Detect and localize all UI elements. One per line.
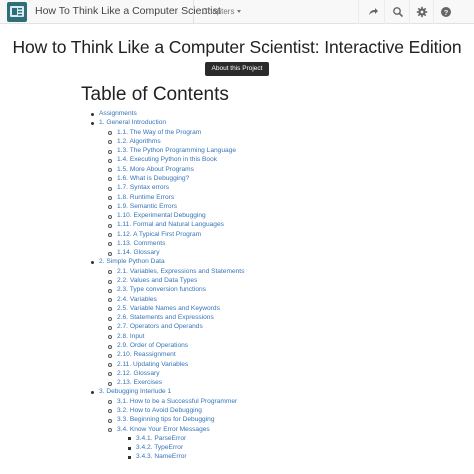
toc-link[interactable]: 2.2. Values and Data Types: [117, 277, 197, 285]
toc-link[interactable]: 1.2. Algorithms: [117, 138, 161, 146]
toc-link[interactable]: 2.3. Type conversion functions: [117, 286, 206, 294]
toc-bullet: [91, 121, 94, 125]
logo-icon[interactable]: [7, 2, 27, 22]
toc-link[interactable]: 2. Simple Python Data: [99, 258, 165, 266]
toc-link[interactable]: 2.4. Variables: [117, 296, 157, 304]
toc-bullet: [108, 158, 112, 163]
toc-bullet: [91, 260, 94, 264]
toc-bullet: [108, 307, 112, 312]
toc-bullet: [108, 288, 112, 293]
toc-bullet: [108, 251, 112, 256]
toc-bullet: [108, 242, 112, 247]
toc-bullet: [108, 186, 112, 191]
toc-link[interactable]: 3.1. How to be a Successful Programmer: [117, 398, 237, 406]
toc-bullet: [108, 270, 112, 275]
toc-bullet: [108, 205, 112, 210]
search-icon[interactable]: [392, 6, 404, 18]
toc-link[interactable]: 2.9. Order of Operations: [117, 342, 188, 350]
toc-link[interactable]: 1.1. The Way of the Program: [117, 129, 201, 137]
toc-link[interactable]: 2.13. Exercises: [117, 379, 162, 387]
toc-heading: Table of Contents: [81, 84, 229, 105]
toc-link[interactable]: 1.14. Glossary: [117, 249, 160, 257]
toc-link[interactable]: 1.9. Semantic Errors: [117, 203, 177, 211]
toc-bullet: [108, 131, 112, 136]
toc-bullet: [108, 325, 112, 330]
toc-bullet: [108, 149, 112, 154]
toc-link[interactable]: 3.2. How to Avoid Debugging: [117, 407, 202, 415]
toc-link[interactable]: 2.10. Reassignment: [117, 351, 176, 359]
toc-link[interactable]: 3.4. Know Your Error Messages: [117, 426, 210, 434]
navbar-divider: [433, 0, 434, 24]
toc-link[interactable]: 3.4.1. ParseError: [136, 435, 186, 443]
toc-bullet: [91, 390, 94, 394]
toc-link[interactable]: 1.6. What is Debugging?: [117, 175, 189, 183]
toc-bullet: [108, 400, 112, 405]
toc-link[interactable]: 2.1. Variables, Expressions and Statemen…: [117, 268, 244, 276]
toc-link[interactable]: Assignments: [99, 110, 137, 118]
gear-icon[interactable]: [416, 6, 428, 18]
toc-link[interactable]: 3. Debugging Interlude 1: [99, 388, 171, 396]
toc-link[interactable]: 1.8. Runtime Errors: [117, 194, 174, 202]
page-title: How to Think Like a Computer Scientist: …: [12, 37, 462, 57]
toc-bullet: [108, 196, 112, 201]
toc-bullet: [108, 223, 112, 228]
navbar-divider: [384, 0, 385, 24]
toc-bullet: [108, 372, 112, 377]
toc-bullet: [108, 381, 112, 386]
toc-bullet: [108, 335, 112, 340]
toc-bullet: [108, 140, 112, 145]
toc-link[interactable]: 1.12. A Typical First Program: [117, 231, 201, 239]
toc-link[interactable]: 2.8. Input: [117, 333, 145, 341]
toc-bullet: [91, 112, 94, 116]
toc-link[interactable]: 1.5. More About Programs: [117, 166, 194, 174]
toc-link[interactable]: 2.6. Statements and Expressions: [117, 314, 214, 322]
toc-link[interactable]: 3.4.3. NameError: [136, 453, 187, 461]
svg-text:?: ?: [444, 8, 449, 17]
navbar-divider: [193, 0, 194, 24]
toc-link[interactable]: 1.4. Executing Python in this Book: [117, 156, 217, 164]
toc-bullet: [108, 409, 112, 414]
toc-link[interactable]: 1.13. Comments: [117, 240, 165, 248]
toc-bullet: [108, 177, 112, 182]
toc-link[interactable]: 1.7. Syntax errors: [117, 184, 169, 192]
toc-bullet: [108, 214, 112, 219]
navbar-divider: [409, 0, 410, 24]
toc-bullet: [108, 168, 112, 173]
navbar: How To Think Like a Computer Scientist C…: [0, 0, 474, 24]
toc-bullet: [108, 298, 112, 303]
toc-link[interactable]: 1.10. Experimental Debugging: [117, 212, 206, 220]
toc-bullet: [108, 363, 112, 368]
toc-bullet: [108, 353, 112, 358]
toc-bullet: [128, 437, 131, 441]
toc-link[interactable]: 3.3. Beginning tips for Debugging: [117, 416, 215, 424]
toc-bullet: [108, 428, 112, 433]
toc-link[interactable]: 1. General Introduction: [99, 119, 166, 127]
toc-bullet: [128, 446, 131, 450]
caret-down-icon: [237, 10, 242, 14]
toc-link[interactable]: 3.4.2. TypeError: [136, 444, 183, 452]
help-icon[interactable]: ?: [440, 6, 452, 18]
toc-bullet: [108, 233, 112, 238]
toc-bullet: [108, 344, 112, 349]
forward-icon[interactable]: [367, 6, 379, 18]
toc-link[interactable]: 2.12. Glossary: [117, 370, 160, 378]
toc-bullet: [108, 316, 112, 321]
chapters-dropdown[interactable]: Chapters: [202, 7, 242, 16]
toc-bullet: [108, 418, 112, 423]
toc-bullet: [108, 279, 112, 284]
toc-link[interactable]: 2.7. Operators and Operands: [117, 323, 203, 331]
about-project-button[interactable]: About this Project: [205, 62, 269, 76]
toc-link[interactable]: 2.5. Variable Names and Keywords: [117, 305, 220, 313]
chapters-label: Chapters: [202, 7, 235, 16]
toc-bullet: [128, 455, 131, 459]
navbar-divider: [358, 0, 359, 24]
toc-link[interactable]: 2.11. Updating Variables: [117, 361, 188, 369]
toc-link[interactable]: 1.3. The Python Programming Language: [117, 147, 236, 155]
toc-link[interactable]: 1.11. Formal and Natural Languages: [117, 221, 224, 229]
